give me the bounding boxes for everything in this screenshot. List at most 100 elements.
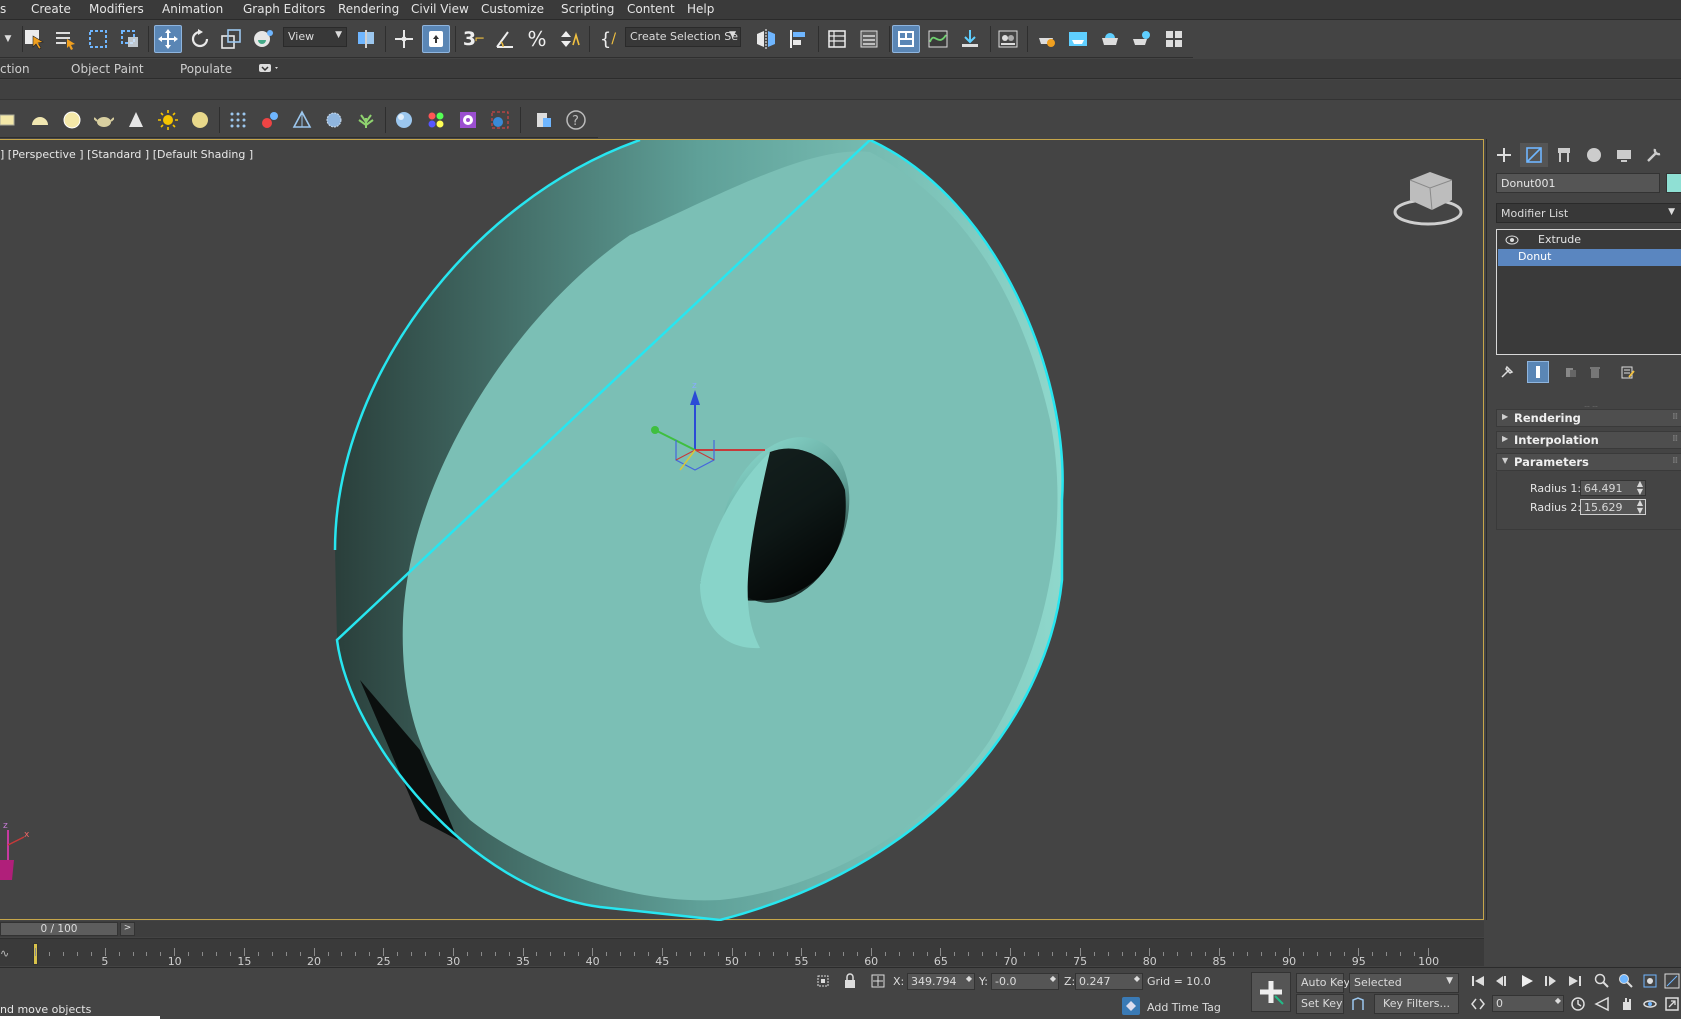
make-unique-icon[interactable] [1560,361,1582,383]
set-keys-icon[interactable] [1251,972,1291,1012]
menu-create[interactable]: Create [31,2,71,16]
absolute-mode-icon[interactable] [869,972,887,990]
zoom-all-icon[interactable] [1617,972,1635,990]
material-editor-icon[interactable] [994,25,1022,53]
menu-customize[interactable]: Customize [481,2,544,16]
time-slider[interactable]: 0 / 100 > [0,921,1484,937]
toggle-scene-explorer-icon[interactable] [892,25,920,53]
select-by-name-icon[interactable] [51,25,79,53]
render-in-cloud-icon[interactable] [1127,25,1155,53]
sphere-icon[interactable] [59,107,85,133]
object-name-field[interactable]: Donut001 [1496,173,1660,193]
configure-modifier-sets-icon[interactable] [1617,361,1639,383]
reference-coordinate-dropdown[interactable]: View ▼ [283,27,347,47]
go-to-start-icon[interactable] [1469,972,1487,990]
menu-civil-view[interactable]: Civil View [411,2,469,16]
perspective-viewport[interactable]: ] [Perspective ] [Standard ] [Default Sh… [0,139,1484,921]
remove-modifier-icon[interactable] [1584,361,1606,383]
show-end-result-icon[interactable] [1527,361,1549,383]
select-and-scale-icon[interactable] [217,25,245,53]
object-color-swatch[interactable] [1666,173,1681,193]
field-of-view-icon[interactable] [1593,995,1611,1013]
stack-item-extrude[interactable]: Extrude [1498,232,1681,249]
curve-toggle-icon[interactable]: ∿ [0,947,9,960]
time-slider-knob[interactable]: 0 / 100 [0,922,118,936]
helper-icon[interactable] [289,107,315,133]
ribbon-tab-object-paint[interactable]: Object Paint [71,62,144,76]
menu-rendering[interactable]: Rendering [338,2,399,16]
extras-icon[interactable] [530,107,556,133]
box-primitive-icon[interactable] [0,107,20,133]
space-warp-icon[interactable] [321,107,347,133]
go-to-end-icon[interactable] [1566,972,1584,990]
play-icon[interactable] [1518,972,1536,990]
rollout-rendering[interactable]: ▶ Rendering ⁞⁞ [1496,409,1681,427]
zoom-extents-icon[interactable] [1641,972,1659,990]
radius1-spinner[interactable]: 64.491 ▲ ▼ [1580,480,1646,496]
window-crossing-icon[interactable] [116,25,144,53]
pin-stack-icon[interactable] [1496,361,1518,383]
utilities-tab-icon[interactable] [1640,143,1668,167]
multi-material-icon[interactable] [423,107,449,133]
render-region-icon[interactable] [487,107,513,133]
menu-help[interactable]: Help [687,2,714,16]
modify-tab-icon[interactable] [1520,143,1548,167]
key-filters-button[interactable]: Key Filters... [1374,994,1459,1014]
select-and-rotate-icon[interactable] [186,25,214,53]
stack-item-donut[interactable]: Donut [1498,249,1681,266]
maximize-viewport-icon[interactable] [1663,995,1681,1013]
next-frame-button[interactable]: > [120,922,135,936]
select-object-icon[interactable] [20,25,48,53]
auto-key-button[interactable]: Auto Key [1296,973,1350,993]
snaps-toggle-icon[interactable]: 3 ⌐ [460,25,488,53]
track-bar[interactable]: ∿ 5 10 15 20 25 30 35 40 45 50 55 60 65 70 75 80 85 90 95 1… [0,938,1484,968]
pivot-center-icon[interactable] [352,25,380,53]
cone-icon[interactable] [123,107,149,133]
edit-named-selection-icon[interactable]: {/ [594,25,622,53]
time-configuration-icon[interactable] [1569,995,1587,1013]
orbit-icon[interactable] [1641,995,1659,1013]
curve-editor-icon[interactable] [924,25,952,53]
material-sphere-icon[interactable] [391,107,417,133]
key-mode-icon[interactable] [1349,995,1367,1013]
menu-modifiers[interactable]: Modifiers [89,2,144,16]
create-tab-icon[interactable] [1490,143,1518,167]
layer-explorer-icon[interactable] [823,25,851,53]
donut-object[interactable]: z z x [0,140,1484,921]
menu-graph-editors[interactable]: Graph Editors [243,2,325,16]
dropdown-arrow-icon[interactable]: ▼ [0,25,22,53]
rollout-parameters[interactable]: ▼ Parameters ⁞⁞ [1496,453,1681,471]
a360-gallery-icon[interactable] [1160,25,1188,53]
pan-view-icon[interactable] [1617,995,1635,1013]
hierarchy-tab-icon[interactable] [1550,143,1578,167]
schematic-view-icon[interactable] [956,25,984,53]
teapot-icon[interactable] [91,107,117,133]
texture-map-icon[interactable] [455,107,481,133]
hemisphere-icon[interactable] [27,107,53,133]
set-key-button[interactable]: Set Key [1296,994,1344,1014]
isolate-selection-icon[interactable] [814,972,832,990]
keyboard-shortcut-override-icon[interactable] [422,25,450,53]
previous-frame-icon[interactable] [1493,972,1511,990]
time-tag-icon[interactable] [1122,997,1140,1015]
zoom-extents-all-icon[interactable] [1663,972,1681,990]
rectangular-selection-icon[interactable] [84,25,112,53]
percent-snap-icon[interactable]: % [523,25,551,53]
add-time-tag-label[interactable]: Add Time Tag [1147,1001,1221,1014]
menu-content[interactable]: Content [627,2,675,16]
named-selection-set-dropdown[interactable]: Create Selection Se ▼ [625,27,741,47]
select-manipulate-icon[interactable] [390,25,418,53]
x-coordinate-field[interactable]: 349.794 ◆ [907,973,975,990]
select-and-move-icon[interactable] [154,25,182,53]
dynamics-icon[interactable] [257,107,283,133]
select-and-place-icon[interactable] [249,25,277,53]
sun-light-icon[interactable] [155,107,181,133]
display-tab-icon[interactable] [1610,143,1638,167]
skylight-icon[interactable] [187,107,213,133]
angle-snap-icon[interactable] [491,25,519,53]
rendered-frame-window-icon[interactable] [1064,25,1092,53]
ribbon-tab-selection[interactable]: ction [0,62,30,76]
current-frame-field[interactable]: 0 ◆ [1492,995,1564,1012]
selection-filter-dropdown[interactable]: Selected ▼ [1349,973,1459,993]
panel-divider-grip[interactable]: ﹍﹍ [1583,398,1599,409]
